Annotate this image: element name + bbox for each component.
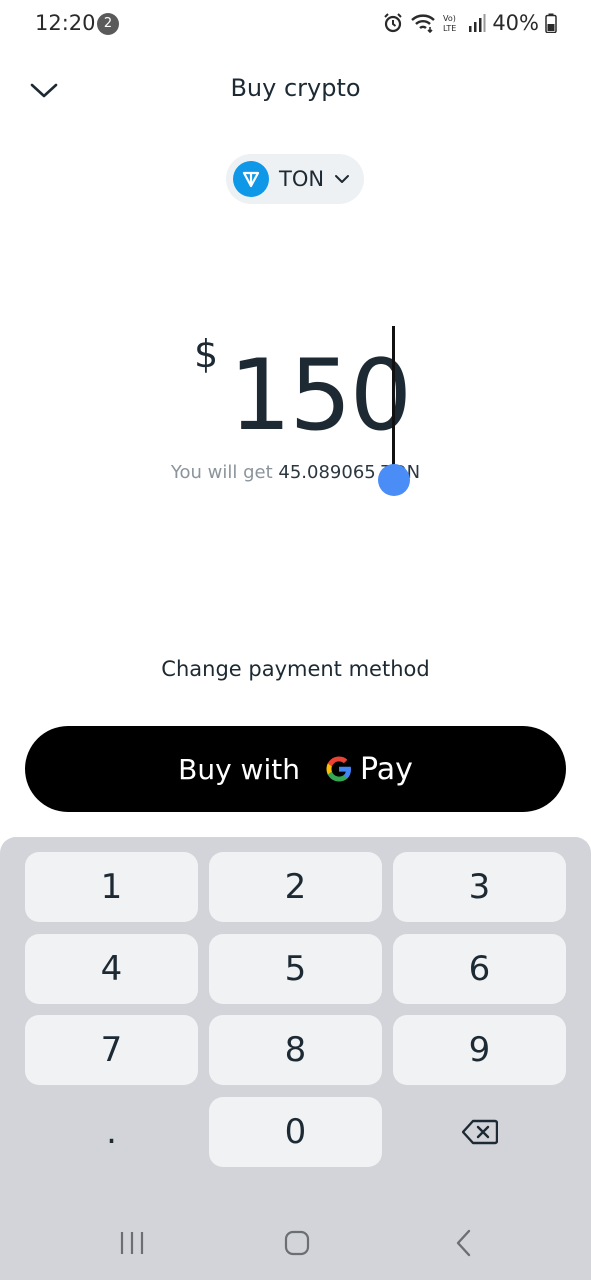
key-5[interactable]: 5 [209,934,382,1004]
ton-icon [233,161,269,197]
receive-prefix: You will get [170,462,273,483]
home-icon [284,1230,310,1256]
signal-icon [469,14,486,32]
currency-symbol: $ [194,332,219,376]
status-icons: Vo) LTE 40% [382,11,557,35]
text-cursor [392,326,395,470]
back-button[interactable] [452,1228,476,1262]
wifi-icon [411,14,436,34]
token-selector[interactable]: TON [226,154,364,204]
system-nav-bar [0,1210,591,1280]
cursor-handle[interactable] [378,464,410,496]
google-g-icon [326,756,351,782]
change-payment-method-link[interactable]: Change payment method [0,657,591,681]
status-time: 12:20 [35,11,96,35]
key-0[interactable]: 0 [209,1097,382,1167]
header: Buy crypto [0,60,591,120]
amount-value[interactable]: 150 [229,326,412,466]
receive-estimate: You will get 45.089065 TON [0,462,591,483]
recent-apps-icon [120,1232,144,1254]
key-9[interactable]: 9 [393,1015,566,1085]
svg-text:Vo): Vo) [443,14,456,23]
notification-badge: 2 [97,13,119,35]
gpay-text: Pay [359,751,413,787]
page-title: Buy crypto [230,74,361,102]
svg-text:LTE: LTE [443,24,456,33]
key-8[interactable]: 8 [209,1015,382,1085]
status-bar: 12:20 2 Vo) LTE 40% [0,0,591,48]
key-3[interactable]: 3 [393,852,566,922]
home-button[interactable] [283,1228,311,1262]
recent-apps-button[interactable] [118,1228,146,1262]
battery-icon [545,13,557,33]
backspace-key[interactable] [393,1097,566,1167]
buy-with-gpay-button[interactable]: Buy with Pay [25,726,566,812]
token-name: TON [279,167,325,191]
key-1[interactable]: 1 [25,852,198,922]
key-4[interactable]: 4 [25,934,198,1004]
back-icon [456,1229,471,1257]
receive-amount: 45.089065 [278,462,376,483]
google-pay-logo: Pay [324,752,413,787]
key-7[interactable]: 7 [25,1015,198,1085]
buy-button-label: Buy with [178,752,300,786]
backspace-icon [461,1119,498,1145]
chevron-down-icon [335,175,350,183]
key-decimal[interactable]: . [25,1097,198,1167]
alarm-icon [384,13,403,33]
amount-display[interactable]: $ 150 [0,320,591,470]
key-2[interactable]: 2 [209,852,382,922]
volte-icon: Vo) LTE [443,14,456,33]
battery-percent: 40% [492,11,539,35]
key-6[interactable]: 6 [393,934,566,1004]
